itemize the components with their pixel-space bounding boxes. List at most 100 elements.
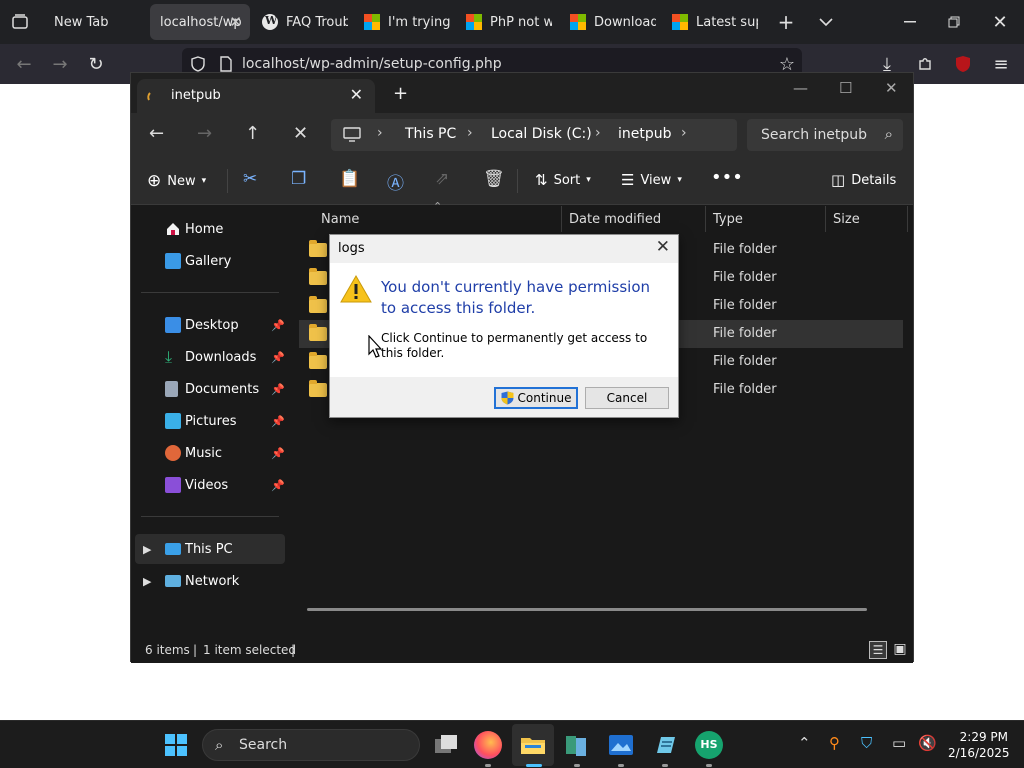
close-window-icon[interactable]: ✕ — [990, 10, 1010, 34]
copy-icon[interactable]: ❐ — [291, 169, 306, 189]
breadcrumb-inetpub[interactable]: inetpub — [618, 126, 672, 142]
tab-list-chevron-icon[interactable] — [816, 10, 836, 34]
sidebar-item-home[interactable]: Home — [135, 214, 285, 244]
new-button[interactable]: ⊕ New ▾ — [147, 171, 206, 191]
close-tab-icon[interactable]: ✕ — [229, 13, 242, 31]
breadcrumb-this-pc[interactable]: This PC — [405, 126, 456, 142]
sidebar-item-downloads[interactable]: ⤓ Downloads 📌 — [135, 342, 285, 372]
breadcrumb-chevron-icon[interactable]: › — [681, 125, 687, 141]
task-view-icon[interactable] — [432, 731, 460, 759]
taskbar-search[interactable]: ⌕ Search — [202, 729, 420, 761]
expand-chevron-icon[interactable]: ▶ — [143, 575, 151, 588]
minimize-icon[interactable]: — — [793, 79, 808, 97]
tray-search-app-icon[interactable]: ⚲ — [829, 734, 840, 752]
sidebar-item-documents[interactable]: Documents 📌 — [135, 374, 285, 404]
column-header-type[interactable]: Type — [713, 212, 743, 227]
hotspot-shield-icon[interactable]: HS — [695, 731, 723, 759]
restore-icon[interactable] — [944, 10, 964, 34]
expand-chevron-icon[interactable]: ▶ — [143, 543, 151, 556]
sidebar-item-gallery[interactable]: Gallery — [135, 246, 285, 276]
continue-button[interactable]: Continue — [494, 387, 578, 409]
new-tab-plus-icon[interactable]: + — [393, 83, 408, 104]
forward-arrow-icon[interactable]: → — [197, 123, 212, 144]
clock-date[interactable]: 2/16/2025 — [948, 746, 1010, 760]
rename-icon[interactable]: Ⓐ — [387, 169, 404, 194]
pin-icon[interactable]: 📌 — [271, 383, 285, 396]
pin-icon[interactable]: 📌 — [271, 351, 285, 364]
tab-overview-icon[interactable] — [10, 12, 30, 32]
photos-app-icon[interactable] — [607, 731, 635, 759]
sidebar-item-desktop[interactable]: Desktop 📌 — [135, 310, 285, 340]
details-view-icon[interactable]: ☰ — [869, 641, 887, 659]
page-info-icon[interactable] — [216, 54, 236, 74]
firefox-icon[interactable] — [474, 731, 502, 759]
taskbar-search-label: Search — [239, 737, 288, 753]
sidebar-item-network[interactable]: ▶ Network — [135, 566, 285, 596]
sidebar-item-this-pc[interactable]: ▶ This PC — [135, 534, 285, 564]
pin-icon[interactable]: 📌 — [271, 319, 285, 332]
sort-icon: ⇅ — [535, 171, 548, 189]
maximize-icon[interactable]: ☐ — [839, 79, 852, 97]
address-bar[interactable]: › This PC › Local Disk (C:) › inetpub › — [331, 119, 737, 151]
tray-display-icon[interactable]: ▭ — [892, 734, 906, 752]
new-tab-plus-icon[interactable]: + — [776, 10, 796, 34]
sidebar-item-music[interactable]: Music 📌 — [135, 438, 285, 468]
tray-volume-muted-icon[interactable]: 🔇 — [918, 734, 937, 752]
archive-manager-icon[interactable] — [563, 731, 591, 759]
horizontal-scrollbar[interactable] — [307, 608, 867, 611]
browser-tab-active[interactable]: localhost/wp ✕ — [150, 4, 250, 40]
share-icon[interactable]: ⇗ — [435, 169, 449, 189]
reload-icon[interactable]: ↻ — [86, 54, 106, 75]
more-options-icon[interactable]: ••• — [711, 167, 743, 188]
up-arrow-icon[interactable]: ↑ — [245, 123, 260, 144]
sort-button[interactable]: ⇅ Sort ▾ — [535, 171, 591, 189]
browser-tab[interactable]: FAQ Troubl — [252, 4, 348, 40]
column-header-name[interactable]: Name — [321, 212, 359, 227]
bookmark-star-icon[interactable]: ☆ — [776, 54, 798, 75]
stop-loading-icon[interactable]: ✕ — [293, 123, 308, 144]
file-explorer-icon[interactable] — [519, 731, 547, 759]
browser-tab[interactable]: I'm trying t — [354, 4, 450, 40]
delete-icon[interactable]: 🗑 — [483, 169, 505, 189]
extensions-icon[interactable] — [914, 54, 936, 74]
close-window-icon[interactable]: ✕ — [885, 79, 898, 97]
browser-tab[interactable]: New Tab — [44, 4, 146, 40]
view-button[interactable]: ☰ View ▾ — [621, 171, 682, 189]
explorer-tab[interactable]: inetpub ✕ — [137, 79, 375, 113]
column-header-date[interactable]: Date modified — [569, 212, 661, 227]
cancel-button[interactable]: Cancel — [585, 387, 669, 409]
paste-icon[interactable]: 📋 — [339, 169, 360, 189]
pin-icon[interactable]: 📌 — [271, 447, 285, 460]
minimize-icon[interactable] — [900, 10, 920, 34]
browser-tab[interactable]: PhP not wo — [456, 4, 552, 40]
back-arrow-icon[interactable]: ← — [149, 123, 164, 144]
pin-icon[interactable]: 📌 — [271, 415, 285, 428]
back-arrow-icon[interactable]: ← — [14, 54, 34, 75]
browser-tab[interactable]: Download — [560, 4, 656, 40]
search-input[interactable]: Search inetpub ⌕ — [747, 119, 903, 151]
tiles-view-icon[interactable]: ▣ — [891, 641, 909, 659]
windows-start-icon[interactable] — [165, 734, 187, 756]
details-button[interactable]: ◫ Details — [831, 171, 896, 189]
folder-icon — [309, 296, 327, 313]
downloads-icon[interactable]: ⤓ — [876, 54, 898, 75]
shield-tracking-icon[interactable] — [188, 54, 208, 74]
sidebar-item-videos[interactable]: Videos 📌 — [135, 470, 285, 500]
pictures-icon — [165, 413, 181, 429]
close-icon[interactable]: ✕ — [656, 237, 670, 257]
tray-overflow-chevron-icon[interactable]: ⌃ — [798, 734, 811, 752]
forward-arrow-icon[interactable]: → — [50, 54, 70, 75]
search-icon: ⌕ — [884, 125, 893, 143]
browser-tab[interactable]: Latest supp — [662, 4, 758, 40]
menu-hamburger-icon[interactable]: ≡ — [990, 54, 1012, 75]
sidebar-item-pictures[interactable]: Pictures 📌 — [135, 406, 285, 436]
breadcrumb-local-disk[interactable]: Local Disk (C:) — [491, 126, 592, 142]
clock-time[interactable]: 2:29 PM — [956, 730, 1008, 744]
ublock-icon[interactable] — [952, 54, 974, 74]
column-header-size[interactable]: Size — [833, 212, 860, 227]
tray-security-icon[interactable]: ⛉ — [861, 734, 872, 752]
pin-icon[interactable]: 📌 — [271, 479, 285, 492]
cut-icon[interactable]: ✂ — [243, 169, 257, 189]
notepad-icon[interactable] — [651, 731, 679, 759]
close-tab-icon[interactable]: ✕ — [350, 85, 363, 104]
